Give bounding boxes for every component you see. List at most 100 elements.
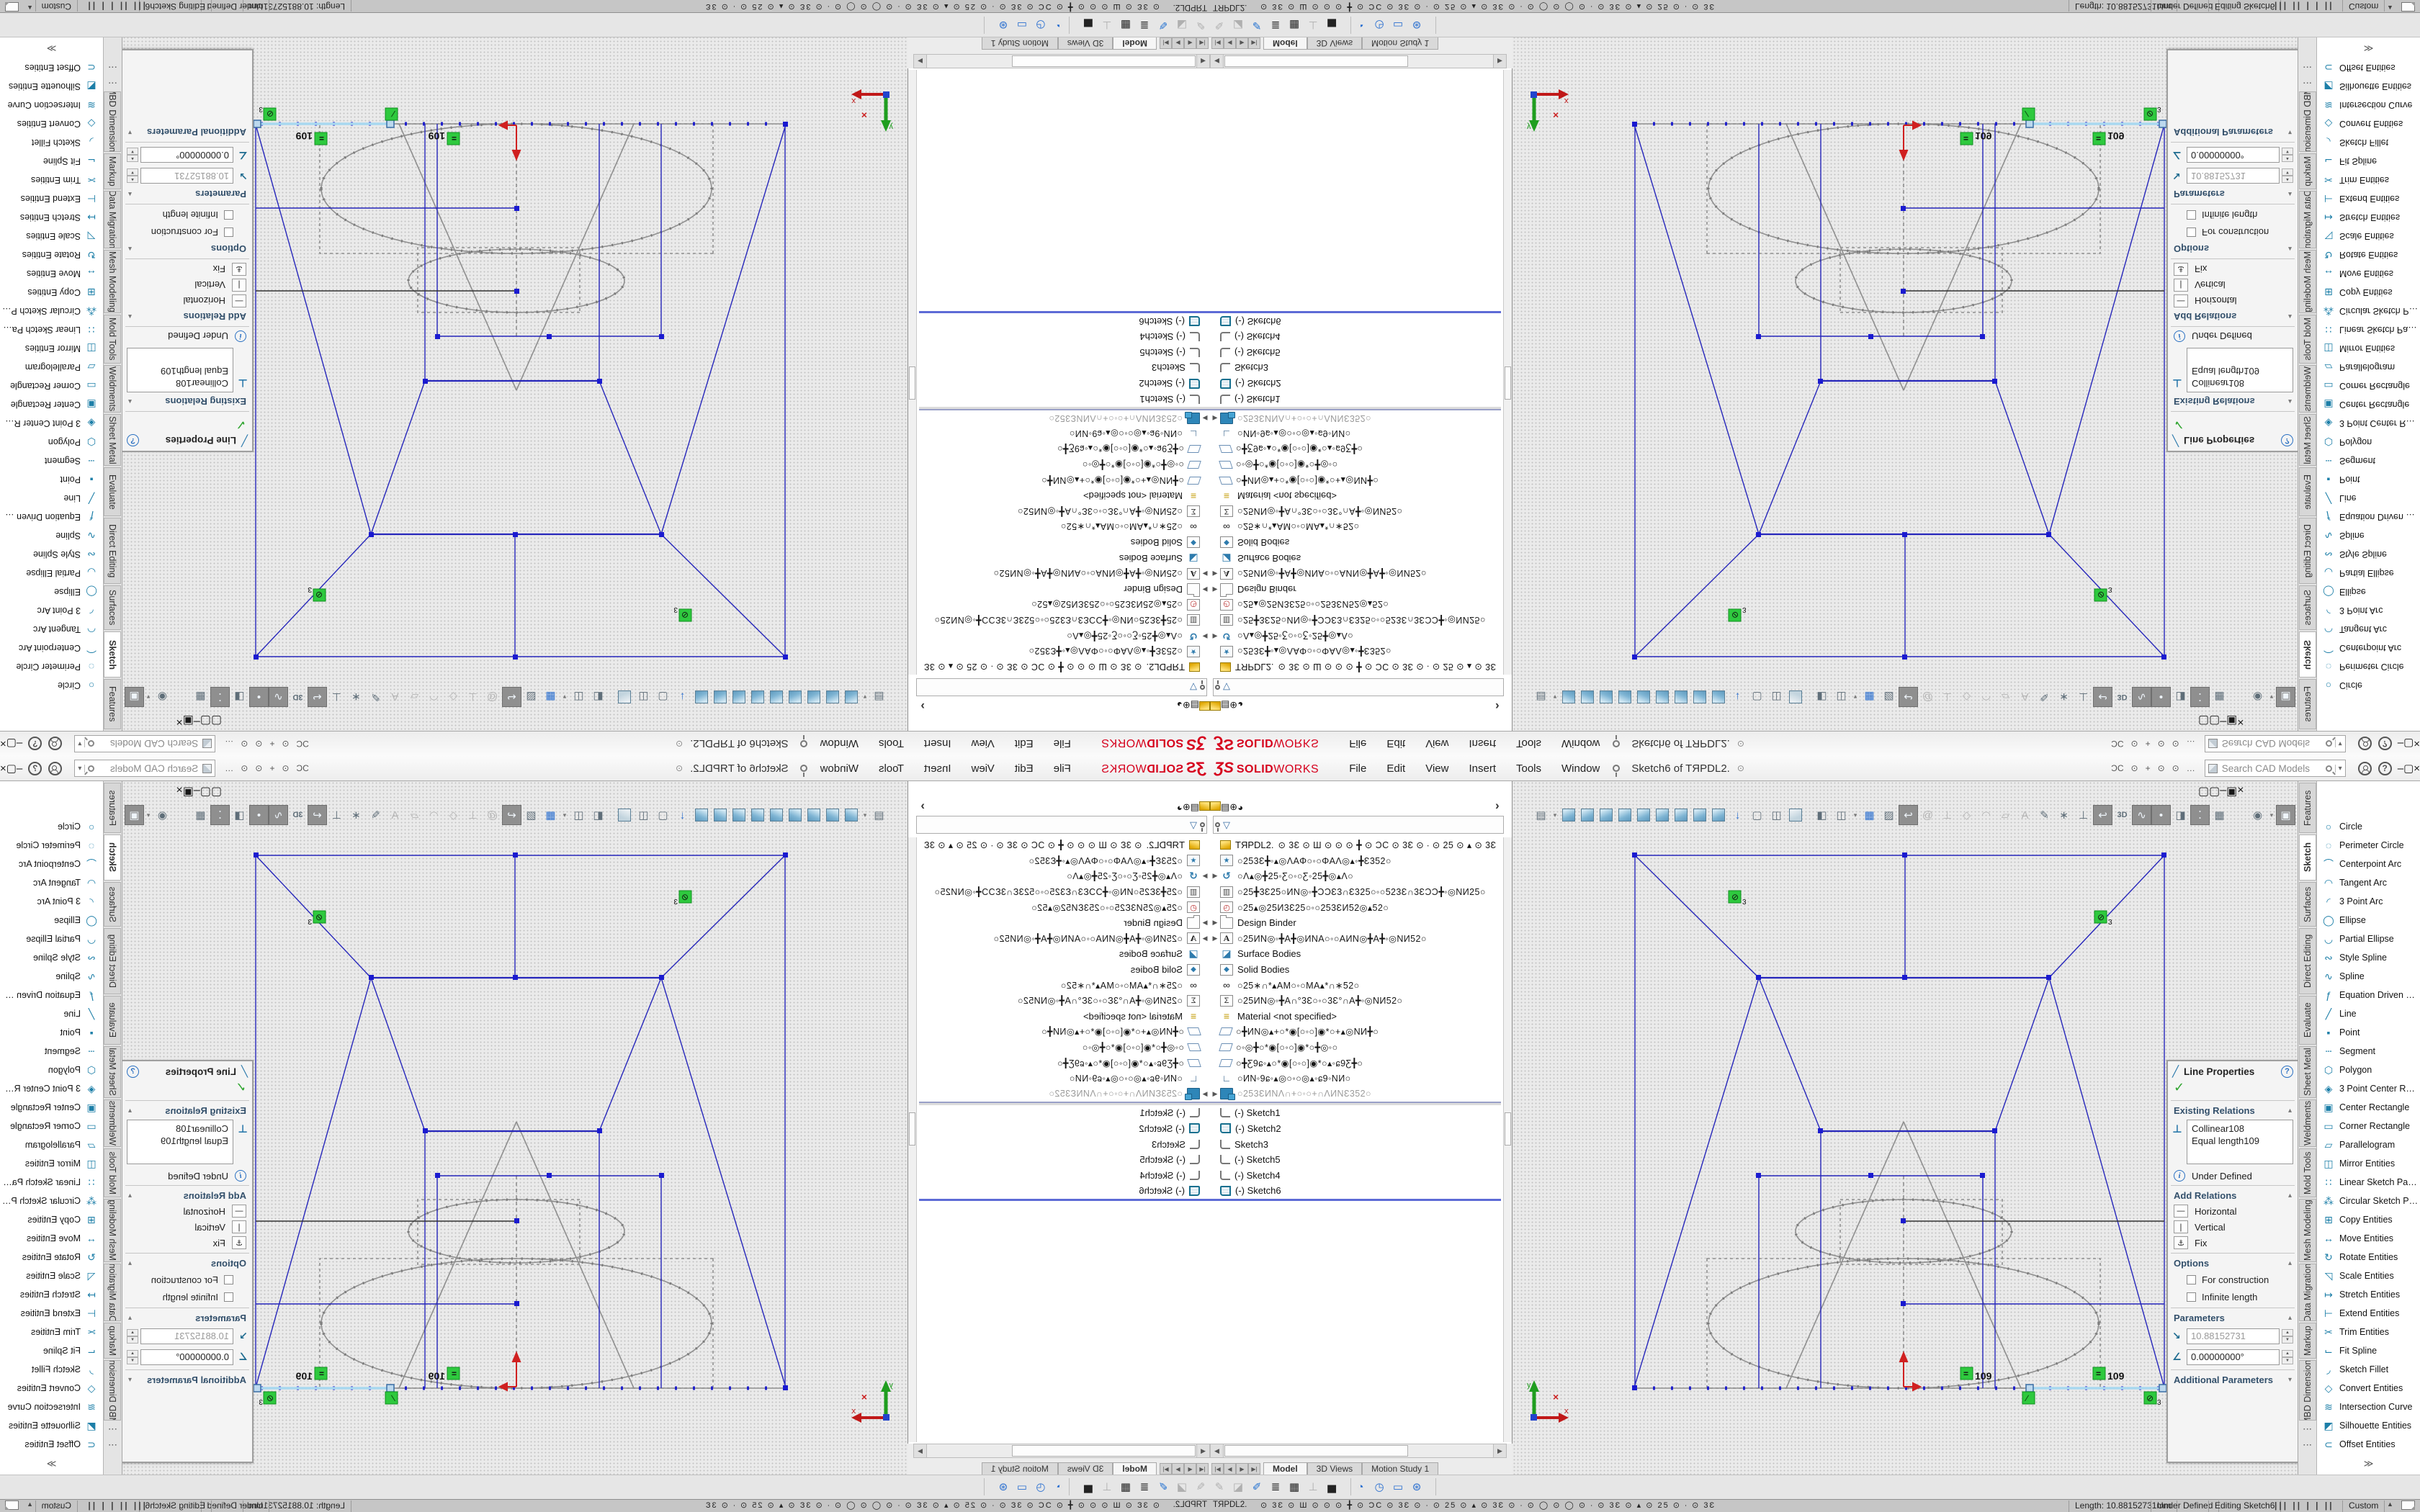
menu-item[interactable]: Tools <box>1506 762 1551 775</box>
motionmanager-icon[interactable]: ≣ <box>1135 19 1154 32</box>
tree-row[interactable]: ▶○Λ▴◎╋25◦Ƹ○◦○Ƹ◦25╋◎▴Λ○ <box>919 628 1210 644</box>
sketch-tool-item[interactable]: ◯Ellipse <box>0 911 103 930</box>
tree-row[interactable]: ○25ИN◎◦╋A∩°3Ɛ○◦○3Ɛ°∩A╋◦◎NИ52○ <box>1210 993 1501 1009</box>
menu-item[interactable]: Insert <box>914 738 962 750</box>
chevron-up-icon[interactable]: ▴ <box>2288 245 2292 253</box>
headsup-icon[interactable]: ▦ <box>2210 687 2229 707</box>
chevron-up-icon[interactable]: ▴ <box>128 397 132 405</box>
headsup-icon[interactable]: ◫ <box>634 805 653 825</box>
headsup-icon[interactable]: ▾ <box>560 687 569 707</box>
headsup-icon[interactable]: ▨ <box>521 687 541 707</box>
commandmanager-tab[interactable]: Markup <box>2299 1323 2316 1359</box>
tree-row[interactable]: (-) Sketch6 <box>919 313 1210 329</box>
sketch-tool-item[interactable]: ◡Partial Ellipse <box>0 564 103 582</box>
sketch-tool-item[interactable]: ◞Sketch Fillet <box>2317 133 2420 152</box>
ok-button[interactable]: ✓ <box>122 1080 252 1098</box>
child-window-button[interactable]: ▣ <box>183 714 194 728</box>
child-window-button[interactable]: ▣ <box>183 784 194 798</box>
tree-tab[interactable] <box>1199 801 1210 813</box>
infinite-length-checkbox[interactable]: Infinite length <box>122 1288 252 1305</box>
motionmanager-icon[interactable]: ▭ <box>1013 19 1031 32</box>
relation-item[interactable]: Collinear108 <box>132 1122 228 1135</box>
headsup-icon[interactable] <box>1789 690 1802 703</box>
headsup-icon[interactable]: ◠ <box>1976 687 1996 707</box>
headsup-icon[interactable]: ↩ <box>2093 687 2112 707</box>
commandmanager-tab[interactable]: ⋮ <box>2299 1422 2316 1436</box>
tree-row[interactable]: ▶Design Binder <box>1210 581 1501 597</box>
menu-item[interactable]: File <box>1339 762 1376 775</box>
window-button[interactable]: × <box>0 762 6 775</box>
headsup-icon[interactable]: ◨ <box>230 805 249 825</box>
tree-tab[interactable]: ⊕ <box>1183 801 1191 813</box>
commandmanager-tab[interactable]: Data Migration <box>104 191 121 248</box>
motionmanager-icon[interactable]: ✐ <box>1154 1480 1173 1493</box>
tree-tab[interactable]: ◕ <box>1177 699 1183 710</box>
child-window-button[interactable]: ▢ <box>2209 784 2220 798</box>
motionmanager-icon[interactable]: ▅ <box>1322 19 1341 32</box>
scroll-left-button[interactable]: ◀ <box>1211 1444 1224 1457</box>
menu-item[interactable]: File <box>1339 738 1376 750</box>
tree-vertical-scrollbar[interactable] <box>1503 837 1512 1442</box>
headsup-icon[interactable]: ◫ <box>1767 805 1786 825</box>
vertical-button[interactable]: ❘ Vertical <box>122 1219 252 1235</box>
commandmanager-tab[interactable]: Mold Tools <box>2299 315 2316 364</box>
tree-row[interactable]: ▶○253ƐИNΛ∩+○◦○+∩ΛИNƐ352○ <box>919 410 1210 426</box>
section-additional-parameters[interactable]: Additional Parameters ▾ <box>2168 1372 2298 1387</box>
sketch-tool-item[interactable]: ╱Line <box>0 489 103 508</box>
menu-item[interactable]: View <box>1415 762 1458 775</box>
headsup-icon[interactable]: ▢ <box>1747 805 1767 825</box>
sketch-tool-item[interactable]: ▭Corner Rectangle <box>0 1117 103 1135</box>
sketch-tool-item[interactable]: ↻Rotate Entities <box>0 1248 103 1266</box>
tree-row[interactable]: Material <not specified> <box>1210 488 1501 504</box>
tree-tab[interactable]: ◕ <box>1177 802 1183 813</box>
tree-horizontal-scrollbar[interactable]: ◀ ▶ <box>913 54 1210 68</box>
child-window-button[interactable]: × <box>2237 714 2244 728</box>
headsup-icon[interactable] <box>1789 809 1802 822</box>
commandmanager-tab[interactable]: Mold Tools <box>104 1148 121 1197</box>
quick-icon[interactable]: ⊙ <box>241 739 248 749</box>
sketch-tool-item[interactable]: ⊢Extend Entities <box>0 189 103 208</box>
headsup-icon[interactable]: ▾ <box>1551 805 1559 825</box>
horizontal-button[interactable]: — Horizontal <box>122 293 252 309</box>
tab-nav-button[interactable]: ▶| <box>1160 1463 1172 1475</box>
length-field[interactable]: 10.88152731 <box>2187 1328 2280 1344</box>
fix-button[interactable]: ⚓ Fix <box>122 261 252 277</box>
sketch-tool-item[interactable]: ▣Center Rectangle <box>2317 1098 2420 1117</box>
headsup-icon[interactable]: ▦ <box>541 687 560 707</box>
chevron-up-icon[interactable]: ▴ <box>2288 1314 2292 1322</box>
tree-row[interactable]: ○◦◎╋○*◉[○◦○]◉*○╋◎◦○ <box>919 1040 1210 1056</box>
quick-icon[interactable]: + <box>2146 739 2151 749</box>
commandmanager-tab[interactable]: Surfaces <box>104 585 121 630</box>
quick-icon[interactable]: … <box>225 739 233 749</box>
sketch-tool-item[interactable]: ▪Point <box>2317 470 2420 489</box>
tab-3d-views[interactable]: 3D Views <box>1058 37 1113 50</box>
chevron-down-icon[interactable]: ▾ <box>128 128 132 136</box>
commandmanager-tab[interactable]: Markup <box>2299 153 2316 189</box>
vertical-button[interactable]: ❘ Vertical <box>2168 1219 2298 1235</box>
tree-row[interactable]: ○25▴◎25И3Ɛ25○◦○253ƐИ52◎▴52○ <box>1210 899 1501 915</box>
motionmanager-icon[interactable] <box>1069 17 1079 34</box>
chevron-right-icon[interactable]: › <box>920 699 925 714</box>
headsup-icon[interactable] <box>732 690 745 703</box>
headsup-icon[interactable]: ▦ <box>191 805 210 825</box>
headsup-icon[interactable]: ↓ <box>673 805 692 825</box>
commandmanager-tab[interactable]: Surfaces <box>2299 882 2316 927</box>
quick-icon[interactable]: … <box>2187 739 2195 749</box>
tab-nav-button[interactable]: ◀ <box>1224 1463 1236 1475</box>
headsup-icon[interactable]: ▤ <box>1531 687 1551 707</box>
tree-row[interactable]: Solid Bodies <box>1210 962 1501 978</box>
sketch-tool-item[interactable]: ◜3 Point Arc <box>2317 892 2420 911</box>
tree-row[interactable]: Surface Bodies <box>919 946 1210 962</box>
headsup-icon[interactable]: ⊥ <box>1937 687 1957 707</box>
tree-row[interactable]: ▶○Λ▴◎╋25◦Ƹ○◦○Ƹ◦25╋◎▴Λ○ <box>919 868 1210 884</box>
tree-row[interactable]: (-) Sketch6 <box>919 1183 1210 1199</box>
motionmanager-icon[interactable]: ✐ <box>1154 19 1173 32</box>
tree-filter-field[interactable]: ▽ <box>916 678 1207 696</box>
commandmanager-tab[interactable]: Features <box>104 783 121 833</box>
sketch-tool-item[interactable]: ✂Trim Entities <box>0 171 103 189</box>
child-window-button[interactable]: – <box>194 714 200 728</box>
headsup-icon[interactable] <box>1562 809 1575 822</box>
motionmanager-icon[interactable]: ✎ <box>1210 1480 1229 1493</box>
spinner[interactable]: ▲▼ <box>2282 1329 2293 1344</box>
tree-row[interactable]: ○25╋3Ɛ25○ИN◎◦╋ƆƆƐ3∩Ɛ325○◦○523Ɛ∩3ƐƆƆ╋◦◎NИ… <box>919 884 1210 900</box>
